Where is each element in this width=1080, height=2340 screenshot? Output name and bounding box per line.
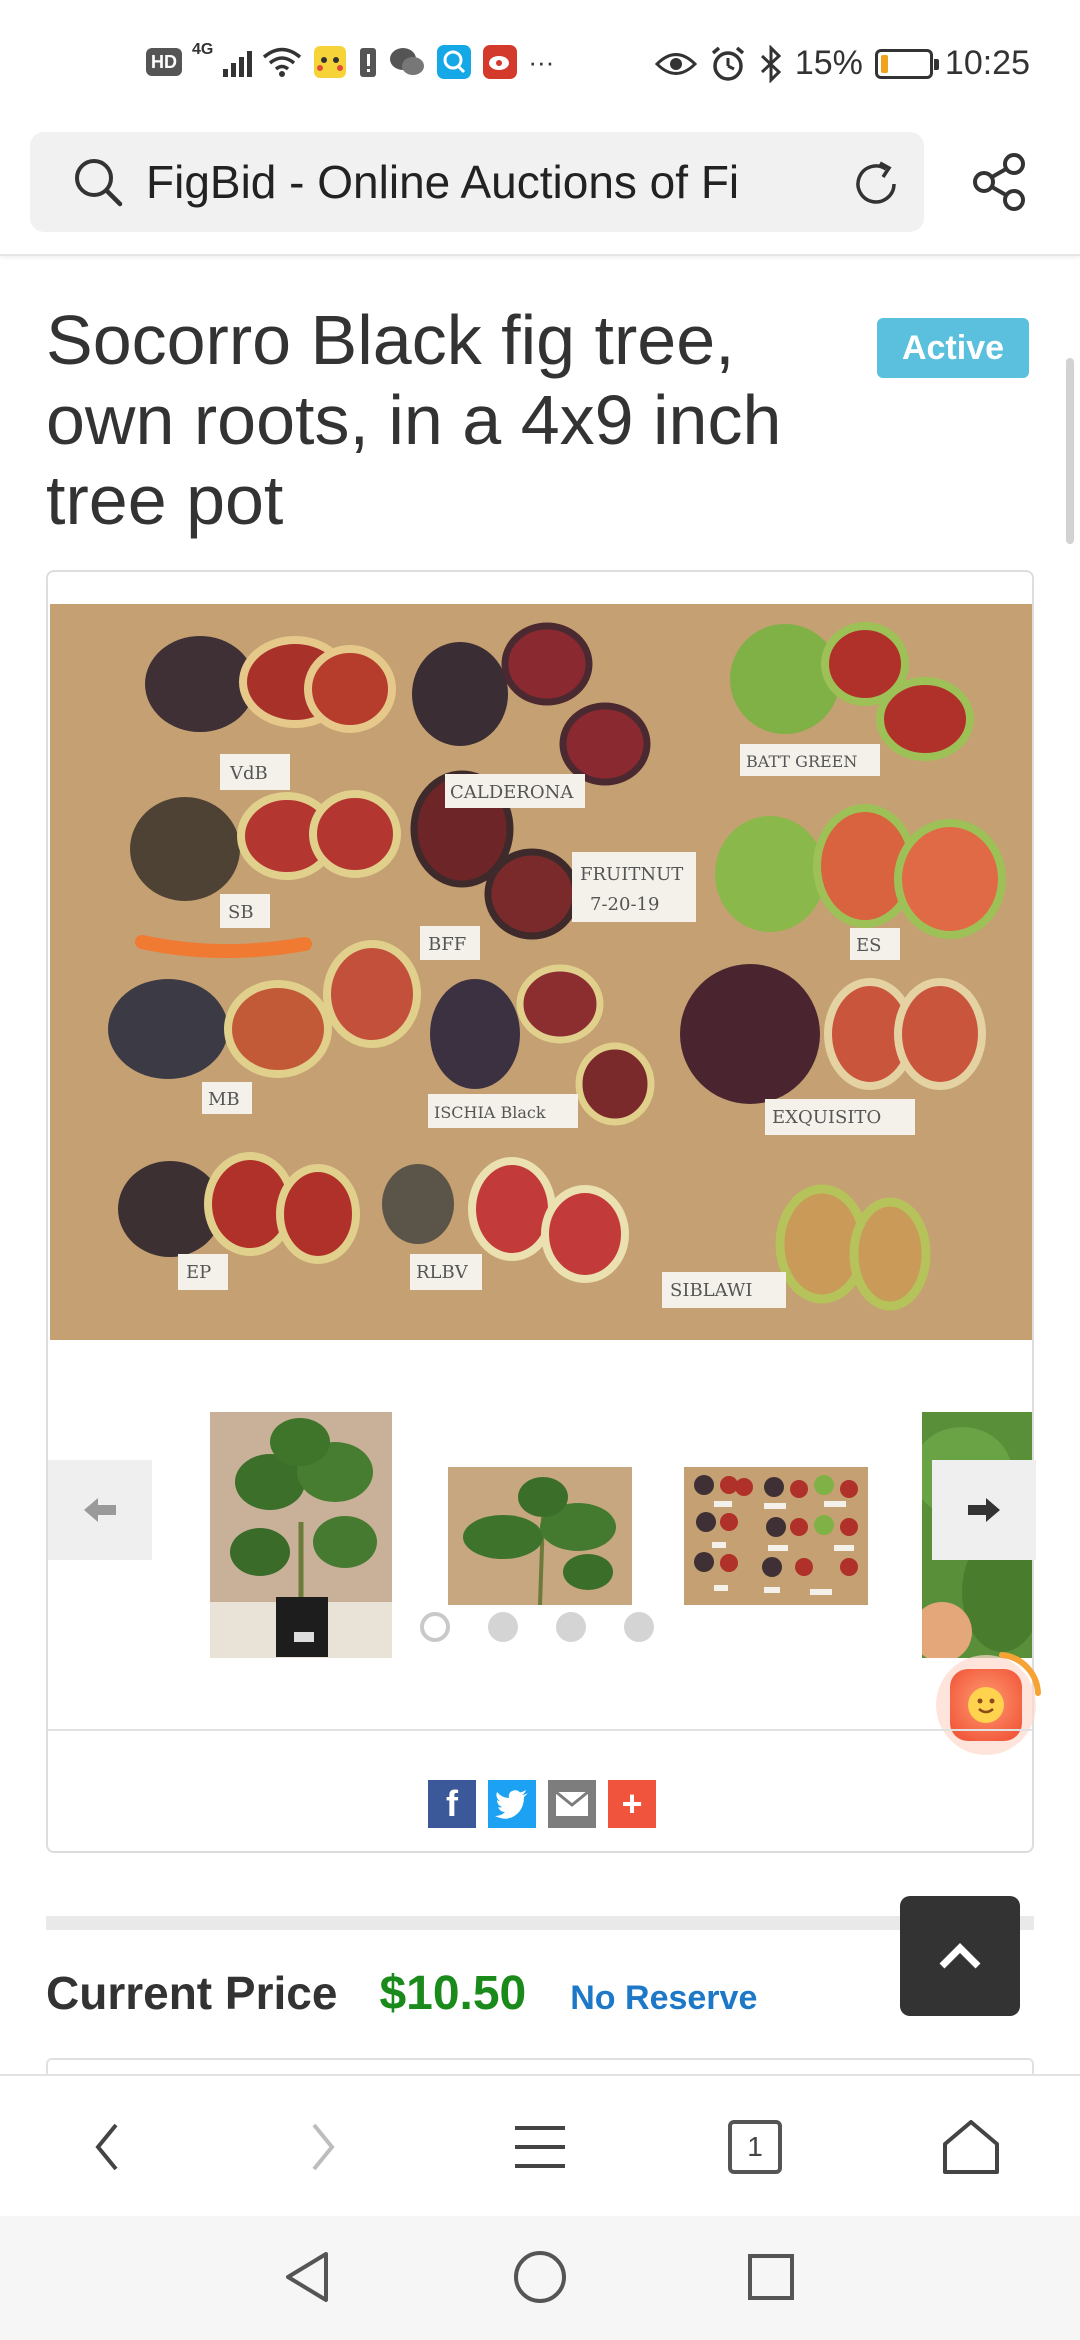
twitter-icon [495,1790,528,1819]
share-icon[interactable] [968,150,1032,214]
gallery-pagination [420,1612,654,1642]
image-gallery: VdB CALDERONA BATT GREEN SB BFF FRUITNUT… [46,570,1041,1853]
alarm-icon [711,46,744,81]
tab-count-icon: 1 [728,2120,782,2174]
thumbnail-carousel [48,1402,1036,1658]
status-icons-right: 15% 10:25 [654,44,1030,83]
browser-address-bar: FigBid - Online Auctions of Fi [0,130,1080,256]
reserve-status: No Reserve [570,1979,758,2017]
price-row: Current Price $10.50 No Reserve [46,1966,757,2021]
thumbnail-3[interactable] [684,1467,868,1605]
current-price-label: Current Price [46,1967,338,2019]
bluetooth-icon [760,44,781,83]
back-button[interactable] [74,2114,140,2180]
twitter-share-button[interactable] [488,1780,536,1828]
home-button[interactable] [938,2114,1004,2180]
system-home-icon[interactable] [507,2244,573,2310]
battery-alert-icon [360,48,377,77]
pagination-dot[interactable] [420,1612,450,1642]
more-share-button[interactable]: + [608,1780,656,1828]
scroll-to-top-button[interactable] [900,1896,1020,2016]
forward-button[interactable] [290,2114,356,2180]
photo-label: 7-20-19 [590,894,659,915]
chevron-up-icon [939,1943,981,1969]
pagination-dot[interactable] [624,1612,654,1642]
system-navigation-bar [0,2216,1080,2340]
hd-badge: HD [146,48,182,76]
chevron-left-icon [95,2123,118,2171]
arrow-left-icon [84,1498,116,1522]
photo-label: FRUITNUT [580,864,683,885]
prev-image-button[interactable] [48,1460,152,1560]
eye-icon [654,52,697,75]
email-icon [555,1791,589,1816]
chevron-right-icon [312,2123,335,2171]
thumbnail-1[interactable] [210,1412,392,1658]
photo-label: BATT GREEN [746,752,857,771]
status-bar: HD 4G ··· 15% 10:25 [0,0,1080,130]
url-field[interactable]: FigBid - Online Auctions of Fi [30,132,924,232]
pagination-dot[interactable] [488,1612,518,1642]
photo-label: EXQUISITO [772,1107,881,1128]
system-back-icon[interactable] [276,2244,342,2310]
gallery-divider [48,1729,1032,1731]
pagination-dot[interactable] [556,1612,586,1642]
photo-label: MB [208,1089,240,1110]
photo-label: EP [186,1262,211,1283]
search-icon [75,159,123,207]
photo-label: VdB [229,763,268,784]
signal-icon [223,47,253,77]
facebook-share-button[interactable]: f [428,1780,476,1828]
main-product-photo[interactable]: VdB CALDERONA BATT GREEN SB BFF FRUITNUT… [50,604,1032,1340]
status-badge: Active [877,318,1029,378]
photo-label: ISCHIA Black [434,1103,546,1122]
weibo-icon [483,45,518,79]
pikachu-app-icon [314,46,347,78]
scrollbar-thumb[interactable] [1066,358,1074,544]
reload-icon[interactable] [846,154,906,214]
clock: 10:25 [944,44,1030,82]
wifi-icon [263,47,302,77]
photo-label: SIBLAWI [670,1280,753,1301]
thumbnail-2[interactable] [448,1467,632,1605]
more-notifications: ··· [528,47,555,77]
battery-percent: 15% [794,44,863,82]
photo-label: RLBV [416,1262,469,1283]
system-recents-icon[interactable] [738,2244,804,2310]
search-app-icon [437,45,472,79]
photo-label: SB [228,902,254,923]
url-text: FigBid - Online Auctions of Fi [146,156,740,208]
current-price-value: $10.50 [379,1967,527,2020]
network-type: 4G [192,41,214,58]
photo-label: CALDERONA [450,782,574,803]
photo-label: ES [856,935,881,956]
menu-button[interactable] [507,2114,573,2180]
wechat-icon [390,48,425,75]
next-image-button[interactable] [932,1460,1036,1560]
photo-label: BFF [428,934,466,955]
battery-icon [874,48,939,79]
email-share-button[interactable] [548,1780,596,1828]
tabs-button[interactable]: 1 [722,2114,788,2180]
social-share-row: f + [428,1780,656,1828]
status-icons-left: HD 4G ··· [146,41,555,80]
arrow-right-icon [968,1498,1000,1522]
browser-toolbar: 1 [0,2074,1080,2216]
menu-icon [515,2126,565,2168]
facebook-icon: f [446,1783,458,1824]
home-icon [943,2120,999,2174]
plus-icon: + [621,1783,643,1824]
floating-assistant-icon[interactable] [932,1645,1044,1757]
listing-title: Socorro Black fig tree, own roots, in a … [46,301,782,539]
section-divider [46,1916,1034,1930]
